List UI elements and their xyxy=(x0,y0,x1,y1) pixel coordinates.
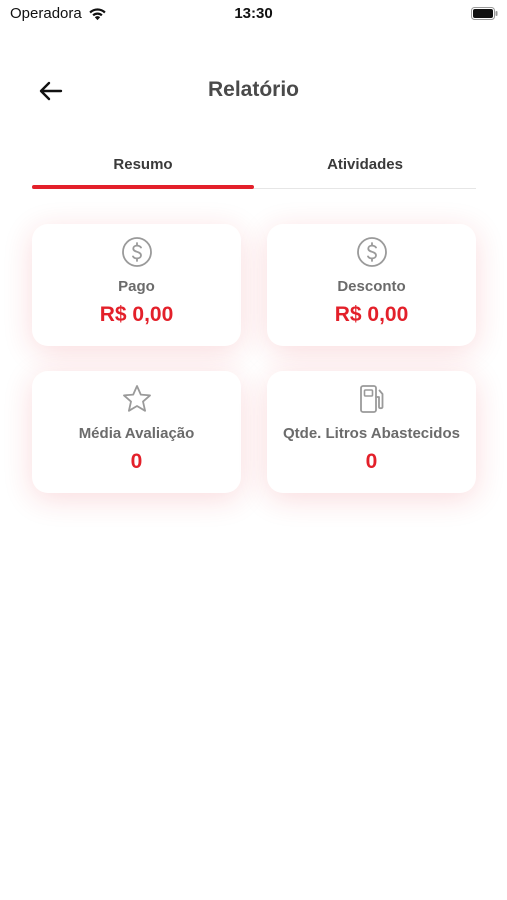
dollar-circle-icon xyxy=(356,236,388,268)
tab-bar: Resumo Atividades xyxy=(32,148,476,189)
app-screen: Operadora 13:30 Relatório Resumo Ativida… xyxy=(0,0,507,900)
page-title: Relatório xyxy=(207,78,299,101)
card-label: Pago xyxy=(118,278,155,295)
star-icon xyxy=(121,383,153,415)
card-media-avaliacao: Média Avaliação 0 xyxy=(32,371,241,493)
card-value: 0 xyxy=(130,450,143,473)
battery-icon xyxy=(471,7,498,20)
fuel-pump-icon xyxy=(356,383,388,415)
card-label: Média Avaliação xyxy=(78,425,195,442)
summary-cards: Pago R$ 0,00 Desconto R$ 0,00 Média Aval… xyxy=(32,224,476,493)
header: Relatório xyxy=(0,66,507,116)
card-value: R$ 0,00 xyxy=(99,303,174,326)
status-bar: Operadora 13:30 xyxy=(0,0,507,30)
card-value: R$ 0,00 xyxy=(334,303,409,326)
card-litros-abastecidos: Qtde. Litros Abastecidos 0 xyxy=(267,371,476,493)
card-value: 0 xyxy=(365,450,378,473)
card-desconto: Desconto R$ 0,00 xyxy=(267,224,476,346)
card-pago: Pago R$ 0,00 xyxy=(32,224,241,346)
tab-resumo[interactable]: Resumo xyxy=(32,148,254,189)
card-label: Desconto xyxy=(337,278,406,295)
card-label: Qtde. Litros Abastecidos xyxy=(283,425,460,442)
tab-atividades[interactable]: Atividades xyxy=(254,148,476,188)
status-time: 13:30 xyxy=(234,5,273,22)
dollar-circle-icon xyxy=(121,236,153,268)
